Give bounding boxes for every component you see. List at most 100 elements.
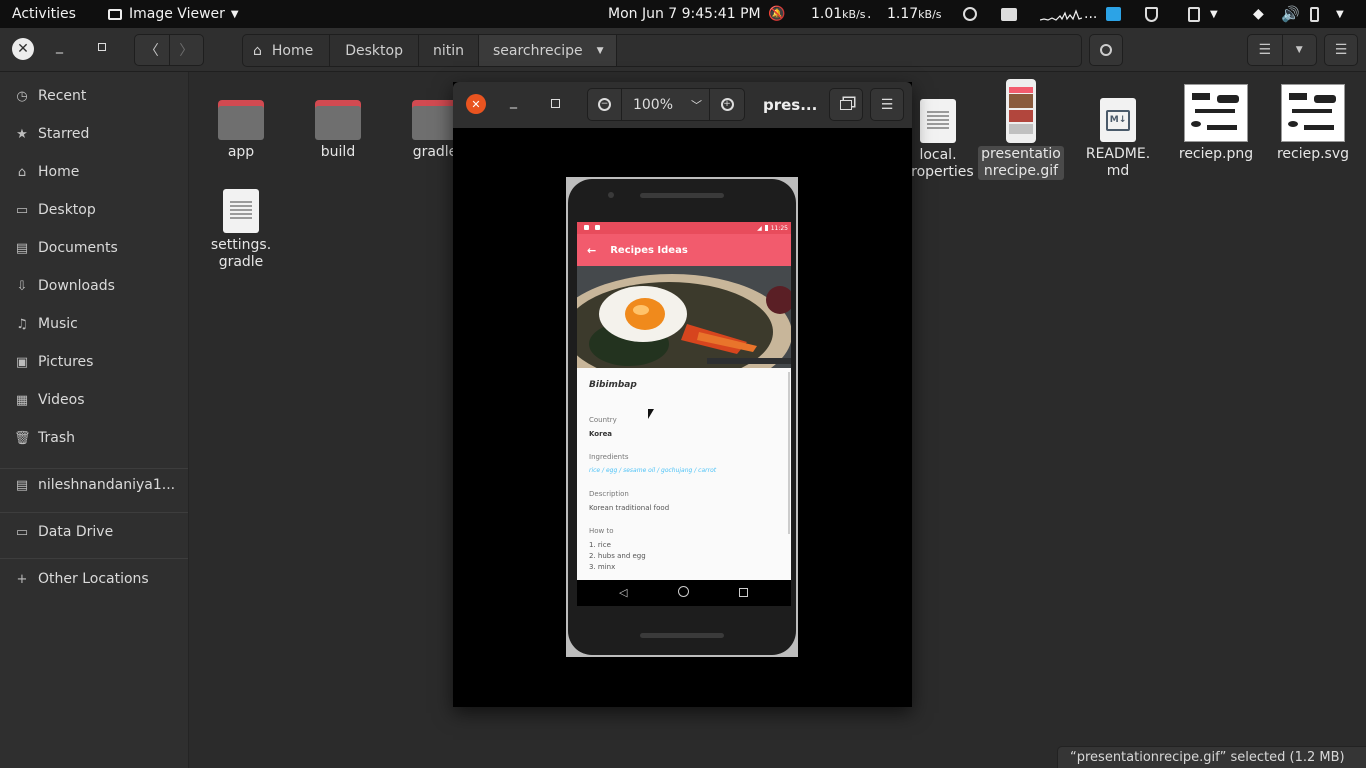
zoom-in-button[interactable]: +	[710, 89, 744, 120]
search-button[interactable]	[1089, 34, 1123, 66]
notification-icon	[584, 225, 589, 230]
clipboard-icon[interactable]: ▼	[1188, 0, 1218, 28]
android-nav-bar: ◁	[577, 580, 791, 606]
volume-icon[interactable]: 🔊	[1281, 0, 1300, 28]
battery-icon[interactable]	[1310, 0, 1319, 28]
app-menu[interactable]: Image Viewer ▼	[108, 0, 239, 28]
whatsapp-icon[interactable]	[963, 0, 977, 28]
forward-button[interactable]: 〉	[170, 35, 204, 65]
history-nav: 〈 〉	[134, 34, 204, 66]
sidebar-item-videos[interactable]: ▦ Videos	[0, 381, 188, 419]
phone-bottom-speaker	[640, 633, 724, 638]
sidebar-item-documents[interactable]: ▤ Documents	[0, 229, 188, 267]
status-bar: “presentationrecipe.gif” selected (1.2 M…	[1057, 746, 1366, 768]
sidebar-item-starred[interactable]: ★ Starred	[0, 115, 188, 153]
file-settings-gradle[interactable]: settings. gradle	[193, 189, 289, 271]
star-icon: ★	[16, 126, 28, 142]
zoom-level-field[interactable]: 100%	[622, 89, 684, 120]
documents-icon: ▤	[15, 240, 29, 256]
system-monitor-graph[interactable]	[1040, 0, 1082, 28]
main-menu-button[interactable]: ☰	[1324, 34, 1358, 66]
minimize-window-button[interactable]: _	[510, 94, 522, 110]
file-manager-header: ✕ _ 〈 〉 ⌂ Home Desktop nitin searchrecip…	[0, 28, 1366, 72]
close-icon: ✕	[471, 97, 481, 111]
list-view-button[interactable]: ☰	[1248, 35, 1283, 65]
file-reciep-png[interactable]: reciep.png	[1168, 84, 1264, 163]
chevron-right-icon: 〉	[179, 43, 194, 59]
chevron-down-icon: ▼	[1336, 8, 1344, 20]
zoom-out-button[interactable]: −	[588, 89, 622, 120]
home-icon: ⌂	[253, 42, 262, 59]
net-down: 1.01 kB/s	[811, 6, 866, 22]
clock-icon: ◷	[16, 88, 28, 104]
sidebar-item-desktop[interactable]: ▭ Desktop	[0, 191, 188, 229]
wifi-icon[interactable]: ◆	[1253, 0, 1264, 28]
viewer-title: pres...	[763, 96, 818, 114]
notification-icon	[595, 225, 600, 230]
sidebar-item-other-locations[interactable]: + Other Locations	[0, 560, 188, 598]
breadcrumb-searchrecipe[interactable]: searchrecipe ▼	[479, 35, 617, 66]
zoom-in-icon: +	[720, 98, 734, 111]
description-label: Description	[589, 490, 629, 498]
net-up: 1.17 kB/s	[887, 6, 942, 22]
list-icon: ☰	[1258, 42, 1272, 58]
howto-step: 1. rice	[589, 541, 611, 549]
gallery-button[interactable]	[829, 88, 863, 121]
dropbox-icon[interactable]	[1106, 0, 1121, 28]
chevron-down-icon: ▼	[230, 8, 239, 20]
sidebar-item-downloads[interactable]: ⇩ Downloads	[0, 267, 188, 305]
file-app[interactable]: app	[193, 100, 289, 161]
sidebar-item-recent[interactable]: ◷ Recent	[0, 77, 188, 115]
minimize-window-button[interactable]: _	[56, 39, 70, 55]
file-build[interactable]: build	[290, 100, 386, 161]
mouse-pointer	[648, 409, 660, 419]
clock[interactable]: Mon Jun 7 9:45:41 PM	[608, 0, 761, 28]
top-bar: Activities Image Viewer ▼ Mon Jun 7 9:45…	[0, 0, 1366, 28]
restore-window-button[interactable]	[98, 43, 106, 51]
back-button[interactable]: 〈	[135, 35, 170, 65]
viewer-menu-button[interactable]: ☰	[870, 88, 904, 121]
home-icon: ⌂	[17, 164, 27, 180]
file-reciep-svg[interactable]: reciep.svg	[1265, 84, 1361, 163]
file-presentationrecipe-gif[interactable]: presentatio nrecipe.gif	[973, 79, 1069, 180]
breadcrumb-home[interactable]: ⌂ Home	[243, 35, 331, 66]
phone-frame: ◢ 11:25 ← Recipes Ideas Bibimbap Country…	[568, 179, 796, 655]
image-thumbnail-icon	[1184, 84, 1248, 142]
sidebar-item-nileshnandaniya[interactable]: ▤ nileshnandaniya1...	[0, 466, 188, 504]
phone-camera	[608, 192, 614, 198]
hamburger-icon: ☰	[1334, 42, 1348, 58]
chevron-down-icon: ▼	[1295, 45, 1303, 55]
breadcrumb-desktop[interactable]: Desktop	[330, 35, 419, 66]
image-viewer-header: ✕ _ − 100% ﹀ + pres... ☰	[453, 82, 912, 128]
phone-screenshot-image: ◢ 11:25 ← Recipes Ideas Bibimbap Country…	[566, 177, 798, 657]
chevron-left-icon: 〈	[144, 43, 159, 59]
close-icon: ✕	[17, 41, 29, 57]
close-window-button[interactable]: ✕	[12, 38, 34, 60]
net-separator: .	[867, 6, 872, 22]
sidebar-item-trash[interactable]: 🗑 Trash	[0, 419, 188, 457]
view-dropdown-button[interactable]: ▼	[1283, 35, 1317, 65]
ingredients-value: rice / egg / sesame oil / gochujang / ca…	[589, 467, 717, 474]
activities-button[interactable]: Activities	[12, 0, 76, 28]
file-readme-md[interactable]: M↓ README. md	[1070, 98, 1166, 180]
recipe-details: Bibimbap Country Korea Ingredients rice …	[577, 368, 791, 580]
sidebar-item-home[interactable]: ⌂ Home	[0, 153, 188, 191]
power-menu-icon[interactable]: ▼	[1336, 0, 1344, 28]
markdown-file-icon: M↓	[1100, 98, 1136, 142]
pictures-icon: ▣	[15, 354, 29, 370]
maximize-window-button[interactable]	[551, 99, 560, 108]
desktop-icon: ▭	[15, 202, 29, 218]
close-window-button[interactable]: ✕	[466, 94, 486, 114]
shield-icon[interactable]	[1145, 0, 1158, 28]
sidebar-item-pictures[interactable]: ▣ Pictures	[0, 343, 188, 381]
phone-app-bar: ← Recipes Ideas	[577, 234, 791, 266]
sidebar-item-data-drive[interactable]: ▭ Data Drive	[0, 513, 188, 551]
sidebar-item-music[interactable]: ♫ Music	[0, 305, 188, 343]
scroll-indicator	[788, 372, 790, 534]
chat-icon[interactable]	[1001, 0, 1017, 28]
recipe-title: Bibimbap	[589, 380, 637, 390]
breadcrumb-nitin[interactable]: nitin	[419, 35, 479, 66]
zoom-dropdown-button[interactable]: ﹀	[684, 89, 710, 120]
battery-icon	[764, 225, 768, 231]
chevron-down-icon: ▼	[1210, 8, 1218, 20]
